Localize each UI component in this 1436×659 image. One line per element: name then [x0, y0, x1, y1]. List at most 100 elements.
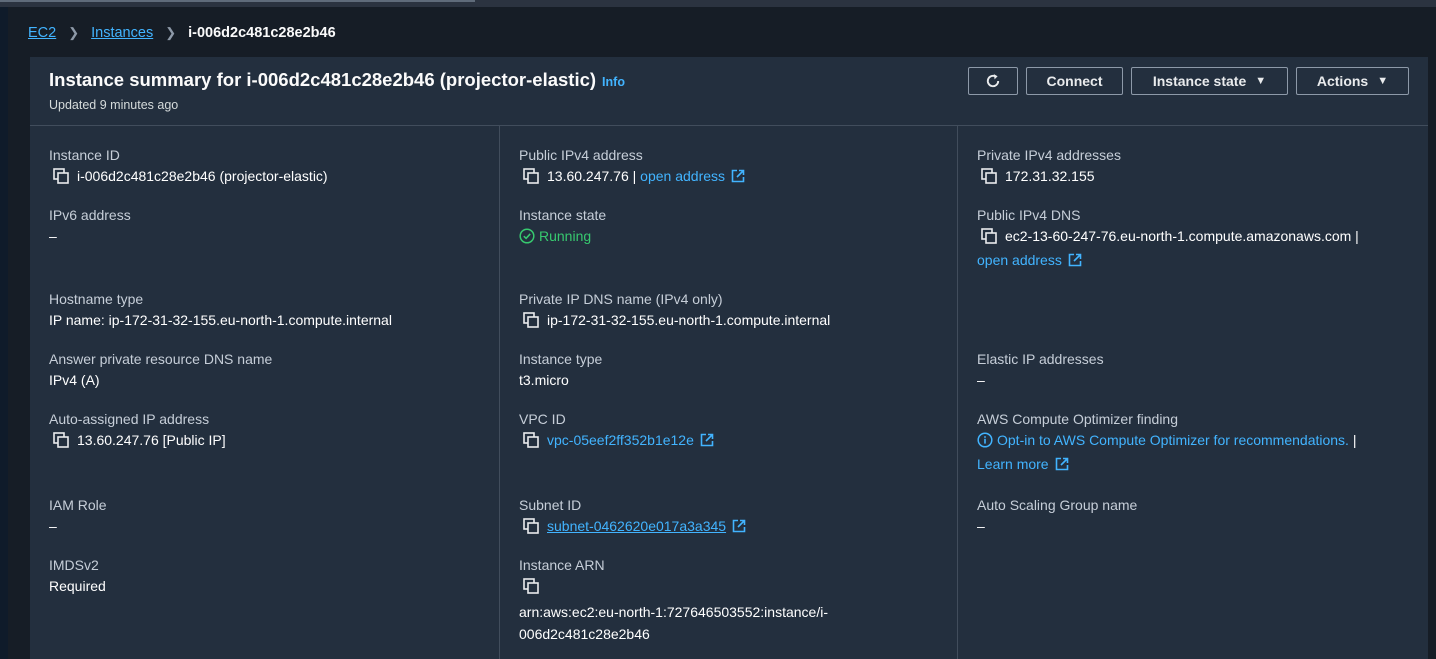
elastic-ip-value: –: [977, 372, 985, 388]
refresh-icon: [986, 74, 1000, 88]
optimizer-opt-in-link[interactable]: Opt-in to AWS Compute Optimizer for reco…: [997, 432, 1349, 448]
field-instance-id: Instance ID i-006d2c481c28e2b46 (project…: [49, 147, 328, 184]
field-vpc-id: VPC ID vpc-05eef2ff352b1e12e: [519, 411, 714, 448]
breadcrumb-instances-link[interactable]: Instances: [91, 25, 153, 41]
updated-text: Updated 9 minutes ago: [49, 98, 179, 112]
external-link-icon: [1055, 457, 1068, 471]
field-label: Instance state: [519, 207, 607, 223]
copy-icon[interactable]: [523, 518, 539, 534]
breadcrumb-current: i-006d2c481c28e2b46: [188, 25, 336, 41]
actions-label: Actions: [1316, 73, 1369, 89]
field-label: Private IPv4 addresses: [977, 147, 1121, 163]
field-label: Subnet ID: [519, 497, 582, 513]
open-address-link[interactable]: open address: [977, 252, 1062, 268]
field-label: Hostname type: [49, 291, 144, 307]
field-optimizer: AWS Compute Optimizer finding Opt-in to …: [977, 411, 1356, 472]
field-label: Answer private resource DNS name: [49, 351, 273, 367]
subnet-id-link[interactable]: subnet-0462620e017a3a345: [547, 518, 726, 534]
ipv6-value: –: [49, 228, 57, 244]
imdsv2-value: Required: [49, 578, 106, 594]
instance-arn-line-2: 006d2c481c28e2b46: [519, 626, 650, 642]
field-label: Instance ARN: [519, 557, 605, 573]
browser-top-bar: [0, 0, 1436, 7]
refresh-button[interactable]: [968, 67, 1018, 95]
actions-button[interactable]: Actions ▼: [1296, 67, 1409, 95]
field-private-ipv4: Private IPv4 addresses 172.31.32.155: [977, 147, 1121, 184]
private-ipv4-value: 172.31.32.155: [1005, 168, 1095, 184]
title-text: Instance summary for i-006d2c481c28e2b46…: [49, 69, 597, 90]
separator: |: [628, 168, 641, 184]
field-label: Private IP DNS name (IPv4 only): [519, 291, 723, 307]
copy-icon[interactable]: [981, 168, 997, 184]
field-public-dns: Public IPv4 DNS ec2-13-60-247-76.eu-nort…: [977, 207, 1359, 268]
instance-state-value: Running: [539, 228, 592, 244]
instance-type-value: t3.micro: [519, 372, 569, 388]
field-ipv6: IPv6 address –: [49, 207, 131, 244]
learn-more-link[interactable]: Learn more: [977, 456, 1049, 472]
external-link-icon: [731, 169, 745, 183]
instance-state-button[interactable]: Instance state ▼: [1131, 67, 1288, 95]
field-label: IAM Role: [49, 497, 107, 513]
field-label: IPv6 address: [49, 207, 131, 223]
details-column-2: Public IPv4 address 13.60.247.76 | open …: [499, 125, 958, 659]
instance-state-label: Instance state: [1152, 73, 1247, 89]
details-column-3: Private IPv4 addresses 172.31.32.155 Pub…: [957, 125, 1428, 659]
field-label: Public IPv4 address: [519, 147, 643, 163]
details-column-1: Instance ID i-006d2c481c28e2b46 (project…: [30, 125, 488, 659]
private-dns-name-value: ip-172-31-32-155.eu-north-1.compute.inte…: [547, 312, 831, 328]
copy-icon[interactable]: [523, 578, 539, 594]
instance-arn-value: arn:aws:ec2:eu-north-1:727646503552:inst…: [519, 601, 828, 645]
field-private-dns-name: Private IP DNS name (IPv4 only) ip-172-3…: [519, 291, 830, 328]
field-hostname-type: Hostname type IP name: ip-172-31-32-155.…: [49, 291, 392, 328]
copy-icon[interactable]: [53, 168, 69, 184]
field-auto-ip: Auto-assigned IP address 13.60.247.76 [P…: [49, 411, 226, 448]
separator: |: [1348, 432, 1357, 448]
field-label: Public IPv4 DNS: [977, 207, 1081, 223]
chevron-right-icon: ❯: [165, 25, 177, 40]
field-label: Auto-assigned IP address: [49, 411, 210, 427]
breadcrumb-ec2-link[interactable]: EC2: [28, 25, 56, 41]
field-public-ipv4: Public IPv4 address 13.60.247.76 | open …: [519, 147, 745, 184]
external-link-icon: [1068, 253, 1082, 267]
info-icon: [977, 432, 993, 448]
field-answer-dns: Answer private resource DNS name IPv4 (A…: [49, 351, 272, 388]
copy-icon[interactable]: [53, 432, 69, 448]
instance-id-value: i-006d2c481c28e2b46 (projector-elastic): [77, 168, 328, 184]
open-address-link[interactable]: open address: [640, 168, 725, 184]
breadcrumb: EC2 ❯ Instances ❯ i-006d2c481c28e2b46: [28, 25, 336, 41]
auto-ip-value: 13.60.247.76 [Public IP]: [77, 432, 226, 448]
field-instance-type: Instance type t3.micro: [519, 351, 602, 388]
public-ipv4-value: 13.60.247.76: [547, 168, 629, 184]
external-link-icon: [700, 433, 714, 447]
vpc-id-link[interactable]: vpc-05eef2ff352b1e12e: [547, 432, 694, 448]
field-iam-role: IAM Role –: [49, 497, 107, 534]
separator: |: [1351, 228, 1359, 244]
loading-progress: [0, 0, 475, 2]
public-dns-value: ec2-13-60-247-76.eu-north-1.compute.amaz…: [1005, 228, 1352, 244]
field-asg-name: Auto Scaling Group name –: [977, 497, 1137, 534]
asg-name-value: –: [977, 518, 985, 534]
copy-icon[interactable]: [523, 168, 539, 184]
info-link[interactable]: Info: [602, 75, 625, 89]
field-label: Instance ID: [49, 147, 120, 163]
field-label: VPC ID: [519, 411, 566, 427]
copy-icon[interactable]: [523, 312, 539, 328]
field-label: Instance type: [519, 351, 603, 367]
field-label: AWS Compute Optimizer finding: [977, 411, 1178, 427]
field-imdsv2: IMDSv2 Required: [49, 557, 106, 594]
hostname-type-value: IP name: ip-172-31-32-155.eu-north-1.com…: [49, 312, 392, 328]
external-link-icon: [732, 519, 746, 533]
connect-label: Connect: [1046, 73, 1103, 89]
check-circle-icon: [519, 228, 535, 244]
connect-button[interactable]: Connect: [1026, 67, 1123, 95]
answer-dns-value: IPv4 (A): [49, 372, 100, 388]
caret-down-icon: ▼: [1377, 75, 1389, 87]
instance-arn-line-1: arn:aws:ec2:eu-north-1:727646503552:inst…: [519, 604, 828, 620]
iam-role-value: –: [49, 518, 57, 534]
copy-icon[interactable]: [981, 228, 997, 244]
instance-summary-card: Instance summary for i-006d2c481c28e2b46…: [30, 57, 1428, 659]
copy-icon[interactable]: [523, 432, 539, 448]
field-label: Elastic IP addresses: [977, 351, 1104, 367]
field-label: IMDSv2: [49, 557, 99, 573]
chevron-right-icon: ❯: [68, 25, 80, 40]
